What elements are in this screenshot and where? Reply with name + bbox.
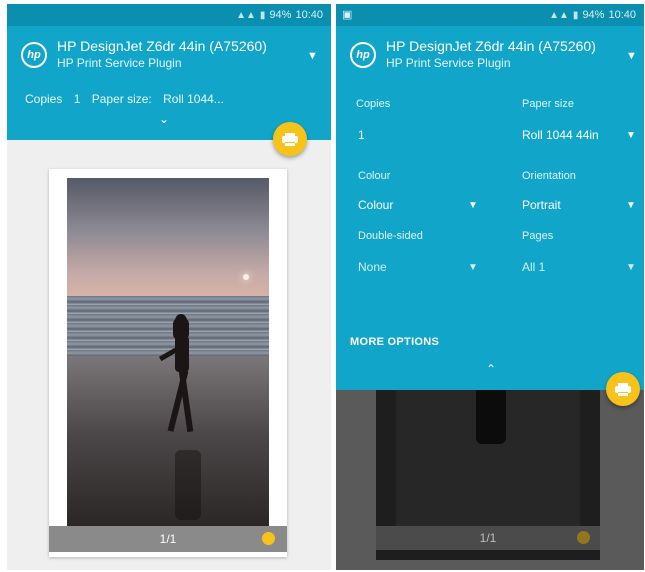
print-options-expanded-screen: ▣ ▲▲ ▮ 94% 10:40 1/1 hp HP DesignJet Z6d…	[336, 4, 644, 570]
colour-select[interactable]: Colour	[358, 198, 393, 212]
page-select-checkbox[interactable]	[577, 531, 590, 544]
pages-select[interactable]: All 1	[522, 260, 545, 274]
hp-logo-icon: hp	[350, 42, 376, 68]
page-preview[interactable]	[49, 169, 287, 557]
collapse-chevron-icon[interactable]: ⌃	[486, 362, 496, 376]
battery-icon: ▮	[572, 9, 579, 21]
signal-icon: ▲▲	[549, 9, 569, 21]
options-summary[interactable]: Copies 1 Paper size: Roll 1044...	[25, 92, 325, 106]
copies-label: Copies	[356, 98, 391, 110]
summary-paper-value: Roll 1044...	[163, 92, 224, 106]
chevron-down-icon[interactable]: ▼	[468, 200, 478, 211]
summary-paper-label: Paper size:	[91, 92, 152, 106]
chevron-down-icon[interactable]: ▼	[468, 262, 478, 273]
print-button[interactable]	[273, 122, 307, 156]
colour-label: Colour	[358, 170, 391, 182]
print-button[interactable]	[606, 372, 640, 406]
chevron-down-icon[interactable]: ▼	[626, 200, 636, 211]
more-options-button[interactable]: MORE OPTIONS	[350, 336, 439, 348]
summary-copies-label: Copies	[25, 92, 63, 106]
clock: 10:40	[608, 9, 636, 21]
printer-service: HP Print Service Plugin	[57, 56, 182, 70]
hp-logo-icon: hp	[21, 42, 47, 68]
battery-icon: ▮	[259, 9, 266, 21]
two-sided-select[interactable]: None	[358, 260, 387, 274]
printer-icon	[615, 382, 631, 396]
page-indicator: 1/1	[49, 526, 287, 552]
paper-size-label: Paper size	[522, 98, 574, 110]
printer-name[interactable]: HP DesignJet Z6dr 44in (A75260)	[386, 38, 596, 54]
two-sided-label: Double-sided	[358, 230, 423, 242]
expand-chevron-icon[interactable]: ⌄	[159, 112, 169, 126]
battery-percent: 94%	[582, 9, 605, 21]
orientation-select[interactable]: Portrait	[522, 198, 561, 212]
preview-photo	[67, 178, 269, 528]
chevron-down-icon[interactable]: ▼	[626, 50, 637, 62]
copies-input[interactable]: 1	[358, 128, 365, 142]
page-count: 1/1	[479, 531, 497, 545]
page-indicator: 1/1	[376, 526, 600, 550]
summary-copies-value: 1	[73, 92, 81, 106]
print-preview-screen: ▲▲ ▮ 94% 10:40 hp HP DesignJet Z6dr 44in…	[7, 4, 331, 570]
clock: 10:40	[295, 9, 323, 21]
page-select-checkbox[interactable]	[262, 532, 275, 545]
printer-name[interactable]: HP DesignJet Z6dr 44in (A75260)	[57, 38, 267, 54]
status-bar: ▣ ▲▲ ▮ 94% 10:40	[336, 4, 644, 26]
status-bar: ▲▲ ▮ 94% 10:40	[7, 4, 331, 26]
page-count: 1/1	[159, 532, 177, 546]
walking-person	[158, 314, 201, 446]
notification-icon: ▣	[342, 9, 353, 21]
orientation-label: Orientation	[522, 170, 576, 182]
printer-service: HP Print Service Plugin	[386, 56, 511, 70]
paper-size-select[interactable]: Roll 1044 44in	[522, 128, 599, 142]
battery-percent: 94%	[269, 9, 292, 21]
chevron-down-icon[interactable]: ▼	[307, 50, 318, 62]
signal-icon: ▲▲	[236, 9, 256, 21]
chevron-down-icon[interactable]: ▼	[626, 262, 636, 273]
chevron-down-icon[interactable]: ▼	[626, 130, 636, 141]
pages-label: Pages	[522, 230, 554, 242]
print-options-panel: hp HP DesignJet Z6dr 44in (A75260) HP Pr…	[336, 26, 644, 390]
printer-icon	[282, 132, 298, 146]
